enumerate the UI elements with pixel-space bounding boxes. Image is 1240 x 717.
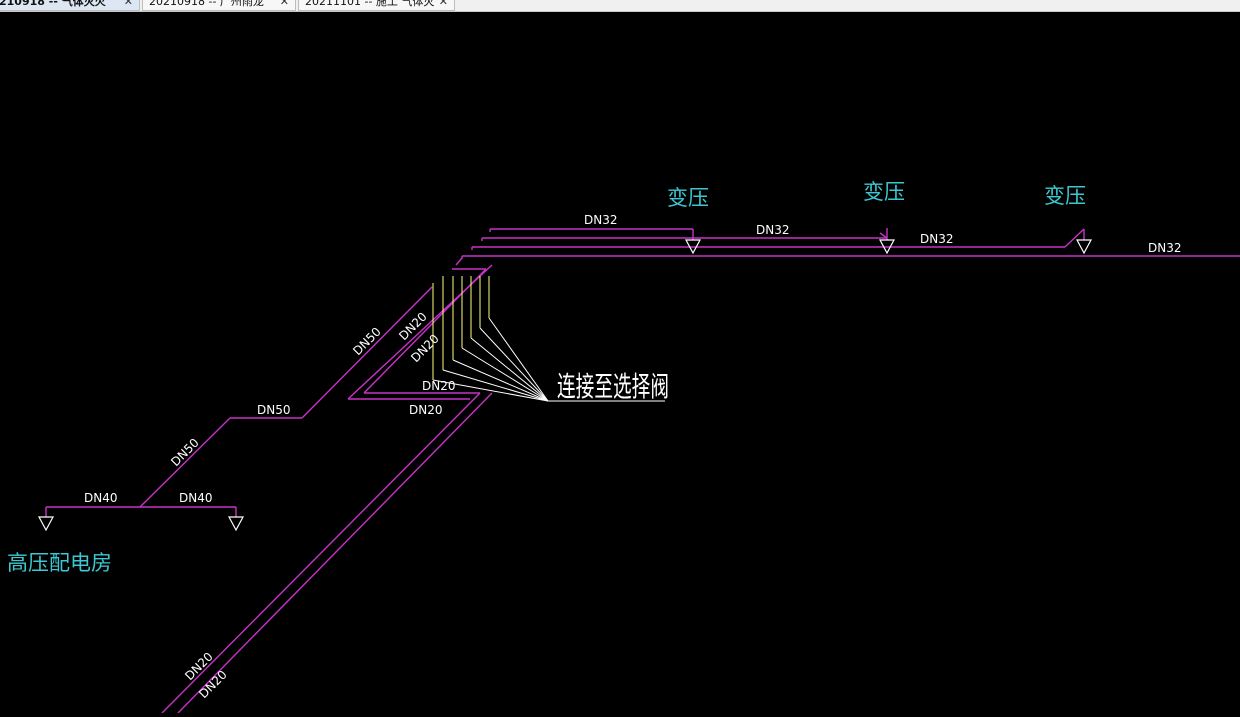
connect-note: 连接至选择阀 bbox=[557, 370, 669, 403]
pipe-label: DN32 bbox=[584, 213, 618, 227]
cad-drawing: DN32 DN32 DN32 DN32 DN50 DN40 DN40 DN20 … bbox=[7, 180, 1240, 714]
pipe-label: DN32 bbox=[1148, 241, 1182, 255]
leader-line bbox=[442, 369, 549, 402]
pipe-dn20-long bbox=[177, 392, 493, 714]
pipe-label: DN40 bbox=[84, 491, 118, 505]
pipe-branch bbox=[1064, 228, 1085, 248]
drawing-canvas[interactable]: DN32 DN32 DN32 DN32 DN50 DN40 DN40 DN20 … bbox=[0, 12, 1240, 714]
pipe-connector bbox=[455, 257, 463, 266]
tab-label: 20211101 -- 施工 气体灭 bbox=[305, 0, 435, 8]
room-label: 变压 bbox=[863, 180, 905, 204]
pipe-label: DN20 bbox=[422, 379, 456, 393]
room-label: 变压 bbox=[1044, 184, 1086, 208]
tab-drawing-3[interactable]: 20211101 -- 施工 气体灭 ✕ bbox=[298, 0, 455, 11]
tab-label: 20210918 -- 广州雨龙 bbox=[149, 0, 264, 8]
pipe-label: DN20 bbox=[408, 332, 442, 366]
tab-label: 210918 -- 气体灭火 bbox=[0, 0, 106, 8]
tab-drawing-1[interactable]: 210918 -- 气体灭火 ✕ bbox=[0, 0, 140, 11]
pipe-branch bbox=[879, 232, 888, 239]
nozzle-icon bbox=[227, 516, 245, 532]
nozzle-icon bbox=[37, 516, 55, 532]
pipe-labels: DN32 DN32 DN32 DN32 DN50 DN40 DN40 DN20 … bbox=[84, 213, 1182, 701]
pipe-label: DN20 bbox=[409, 403, 443, 417]
room-label: 变压 bbox=[667, 186, 709, 210]
pipe-label: DN50 bbox=[168, 436, 202, 470]
document-tab-bar: 210918 -- 气体灭火 ✕ 20210918 -- 广州雨龙 ✕ 2021… bbox=[0, 0, 1240, 12]
pipe-network bbox=[45, 228, 1240, 714]
nozzle-icon bbox=[1075, 239, 1093, 255]
pipe-label: DN32 bbox=[756, 223, 790, 237]
close-icon[interactable]: ✕ bbox=[280, 0, 289, 9]
tab-drawing-2[interactable]: 20210918 -- 广州雨龙 ✕ bbox=[142, 0, 296, 11]
close-icon[interactable]: ✕ bbox=[124, 0, 133, 9]
pipe-label: DN32 bbox=[920, 232, 954, 246]
close-icon[interactable]: ✕ bbox=[439, 0, 448, 9]
pipe-label: DN50 bbox=[257, 403, 291, 417]
pipe-dn20-loop bbox=[363, 268, 487, 394]
room-label: 高压配电房 bbox=[7, 551, 112, 575]
pipe-label: DN40 bbox=[179, 491, 213, 505]
